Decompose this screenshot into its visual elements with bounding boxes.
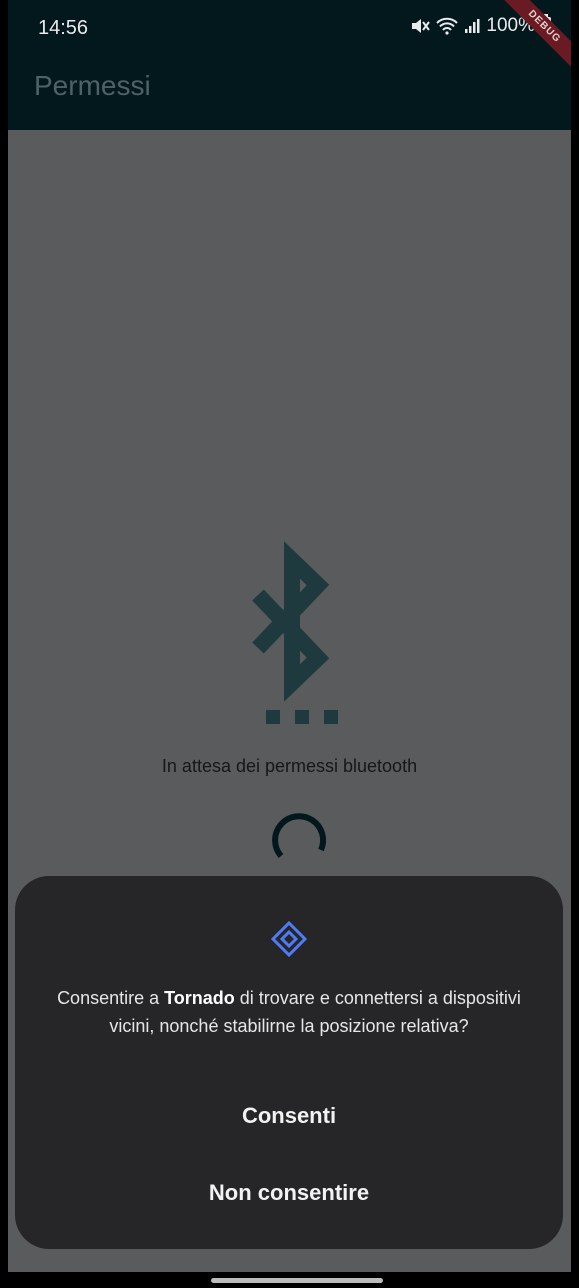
message-prefix: Consentire a bbox=[57, 988, 165, 1008]
permission-dialog: Consentire a Tornado di trovare e connet… bbox=[15, 876, 563, 1249]
app-bar: 14:56 100% DEBUG Permessi bbox=[8, 0, 571, 130]
nearby-devices-icon bbox=[270, 920, 308, 963]
page-title: Permessi bbox=[34, 70, 151, 101]
waiting-text: In attesa dei permessi bluetooth bbox=[161, 756, 418, 776]
status-time: 14:56 bbox=[38, 17, 89, 39]
mute-icon bbox=[410, 18, 431, 34]
navigation-handle[interactable] bbox=[211, 1278, 383, 1283]
app-name: Tornado bbox=[164, 988, 235, 1008]
dialog-message: Consentire a Tornado di trovare e connet… bbox=[39, 984, 539, 1040]
debug-banner: DEBUG bbox=[491, 0, 571, 80]
wifi-icon bbox=[436, 17, 459, 35]
deny-button[interactable]: Non consentire bbox=[15, 1180, 563, 1206]
signal-icon bbox=[464, 18, 480, 34]
loading-spinner bbox=[265, 806, 331, 863]
allow-button[interactable]: Consenti bbox=[15, 1103, 563, 1129]
bluetooth-searching-icon bbox=[236, 540, 346, 735]
